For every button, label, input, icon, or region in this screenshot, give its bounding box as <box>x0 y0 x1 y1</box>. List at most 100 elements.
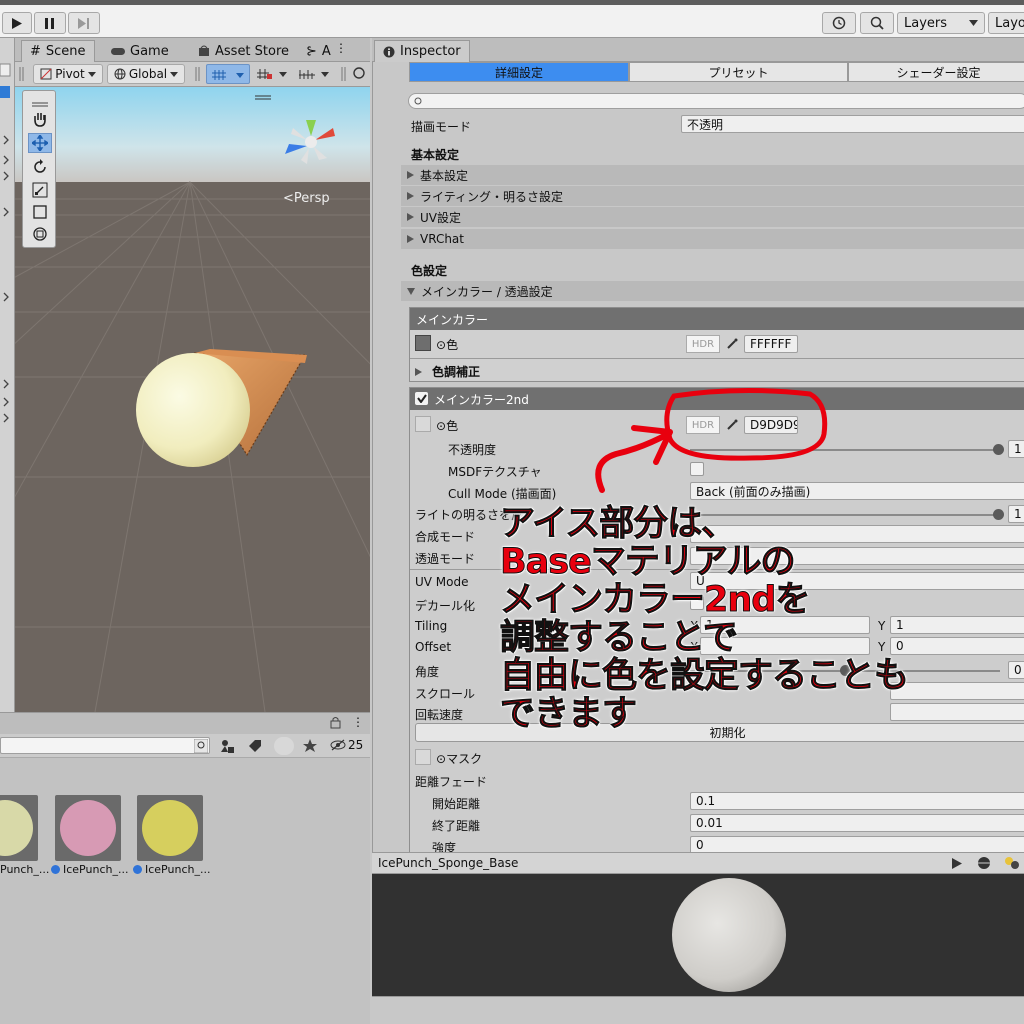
rotate-tool-button[interactable] <box>28 157 52 177</box>
strength-input[interactable]: 0 <box>690 836 1024 852</box>
global-dropdown[interactable]: Global <box>107 64 185 84</box>
preview-mesh-button[interactable] <box>977 856 991 870</box>
play-preview-button[interactable] <box>952 858 962 869</box>
section-uv[interactable]: UV設定 <box>401 207 1024 227</box>
annotation-line: メインカラー2ndを <box>500 580 811 620</box>
chevron-right-icon <box>407 171 414 179</box>
more-tabs-icon[interactable]: ⋮ <box>335 41 347 55</box>
pivot-dropdown[interactable]: Pivot <box>33 64 103 84</box>
project-search-input[interactable] <box>0 737 210 754</box>
play-button[interactable] <box>2 12 32 34</box>
scene-viewport[interactable]: <Persp <box>15 87 370 712</box>
history-button[interactable] <box>822 12 856 34</box>
preview-light-button[interactable] <box>1004 856 1020 870</box>
asset-thumbnail[interactable] <box>137 795 203 861</box>
type-filter-icon[interactable] <box>220 739 236 753</box>
tab-asset-store[interactable]: Asset Store <box>190 40 297 62</box>
render-mode-dropdown[interactable]: 不透明 <box>681 115 1024 133</box>
eyedropper-button[interactable] <box>722 335 742 353</box>
color-2nd-swatch[interactable] <box>415 416 431 432</box>
lock-icon[interactable] <box>330 716 341 729</box>
opacity-input[interactable]: 1 <box>1008 440 1024 458</box>
asset-thumbnail[interactable] <box>55 795 121 861</box>
fade-end-input[interactable]: 0.01 <box>690 814 1024 832</box>
pause-button[interactable] <box>34 12 66 34</box>
move-icon <box>32 135 48 151</box>
fade-start-input[interactable]: 0.1 <box>690 792 1024 810</box>
main-color-swatch[interactable] <box>415 335 431 351</box>
hand-tool-button[interactable] <box>28 109 52 129</box>
tab-game[interactable]: Game <box>103 40 177 62</box>
hierarchy-foldouts <box>0 63 11 423</box>
main-color-box: メインカラー ⊙色 HDR FFFFFF 色調補正 <box>409 307 1024 382</box>
step-button[interactable] <box>68 12 100 34</box>
preview-title: IcePunch_Sponge_Base <box>378 856 519 870</box>
log-filter-icon[interactable] <box>274 737 294 755</box>
preview-sphere <box>672 878 786 992</box>
chevron-right-icon <box>407 235 414 243</box>
enable-checkbox[interactable] <box>415 392 428 405</box>
play-icon <box>12 17 22 29</box>
msdf-label: MSDFテクスチャ <box>448 465 542 479</box>
material-preview[interactable] <box>372 874 1024 996</box>
move-tool-button[interactable] <box>28 133 52 153</box>
label-filter-icon[interactable] <box>248 739 262 753</box>
search-button[interactable] <box>860 12 894 34</box>
history-icon <box>832 16 846 30</box>
checkmark-icon <box>416 394 427 403</box>
asset-sphere <box>0 800 33 856</box>
toolbar-grip-icon <box>19 65 25 83</box>
opacity-slider-knob[interactable] <box>993 444 1004 455</box>
visibility-count[interactable]: 25 <box>330 738 363 752</box>
animator-icon: ⊱ <box>306 43 317 59</box>
tab-asset-store-label: Asset Store <box>215 43 290 59</box>
globe-icon <box>114 68 126 80</box>
tab-advanced-settings[interactable]: 詳細設定 <box>409 62 629 82</box>
tab-animator[interactable]: ⊱ A <box>298 40 339 62</box>
star-icon[interactable] <box>303 739 317 753</box>
tab-scene-label: Scene <box>45 44 86 59</box>
preview-header: IcePunch_Sponge_Base <box>372 852 1024 874</box>
eyedropper-icon <box>727 338 738 349</box>
section-vrchat[interactable]: VRChat <box>401 229 1024 249</box>
tab-inspector[interactable]: Inspector <box>374 40 470 62</box>
cull-mode-dropdown[interactable]: Back (前面のみ描画) <box>690 482 1024 500</box>
rotate-icon <box>34 159 46 173</box>
asset-thumbnail[interactable] <box>0 795 38 861</box>
asset-label: Punch_... <box>0 863 50 876</box>
annotation-text: アイス部分は、 Baseマテリアルの メインカラー2ndを 調整することで 自由… <box>500 505 1020 734</box>
cull-mode-label: Cull Mode (描画面) <box>448 487 557 501</box>
scene-search-icon[interactable] <box>353 67 367 81</box>
panel-menu-icon[interactable]: ⋮ <box>352 715 364 729</box>
tab-presets[interactable]: プリセット <box>629 62 848 82</box>
hdr-button[interactable]: HDR <box>686 335 720 353</box>
asset-label: IcePunch_... <box>51 863 128 876</box>
main-color-hex-input[interactable]: FFFFFF <box>744 335 798 353</box>
rect-tool-button[interactable] <box>28 202 52 222</box>
tab-shader-settings[interactable]: シェーダー設定 <box>848 62 1024 82</box>
search-filter-icon[interactable] <box>194 739 208 753</box>
persp-label[interactable]: <Persp <box>283 191 330 206</box>
scroll-label: スクロール <box>415 687 476 701</box>
scale-tool-button[interactable] <box>28 180 52 200</box>
scale-icon <box>32 182 48 198</box>
inspector-search-input[interactable] <box>408 93 1024 109</box>
distance-fade-label: 距離フェード <box>415 775 488 789</box>
scene-toolbar: Pivot Global <box>15 62 370 87</box>
scene-canvas <box>15 87 370 712</box>
chevron-down-icon <box>170 71 178 77</box>
section-basic[interactable]: 基本設定 <box>401 165 1024 185</box>
section-lighting[interactable]: ライティング・明るさ設定 <box>401 186 1024 206</box>
layout-dropdown[interactable]: Layo <box>988 12 1024 34</box>
tone-correction-foldout[interactable]: 色調補正 <box>415 363 480 380</box>
layers-dropdown[interactable]: Layers <box>897 12 985 34</box>
transform-tool-button[interactable] <box>28 224 52 244</box>
tab-scene[interactable]: # Scene <box>21 40 95 62</box>
alpha-mode-label: 透過モード <box>415 552 476 566</box>
mask-swatch[interactable] <box>415 749 431 765</box>
grid-snap-toggle[interactable] <box>206 64 250 84</box>
store-icon <box>199 45 209 56</box>
snap-increment-button[interactable] <box>255 64 293 84</box>
increment-snap-button[interactable] <box>297 64 335 84</box>
section-main-color[interactable]: メインカラー / 透過設定 <box>401 281 1024 301</box>
